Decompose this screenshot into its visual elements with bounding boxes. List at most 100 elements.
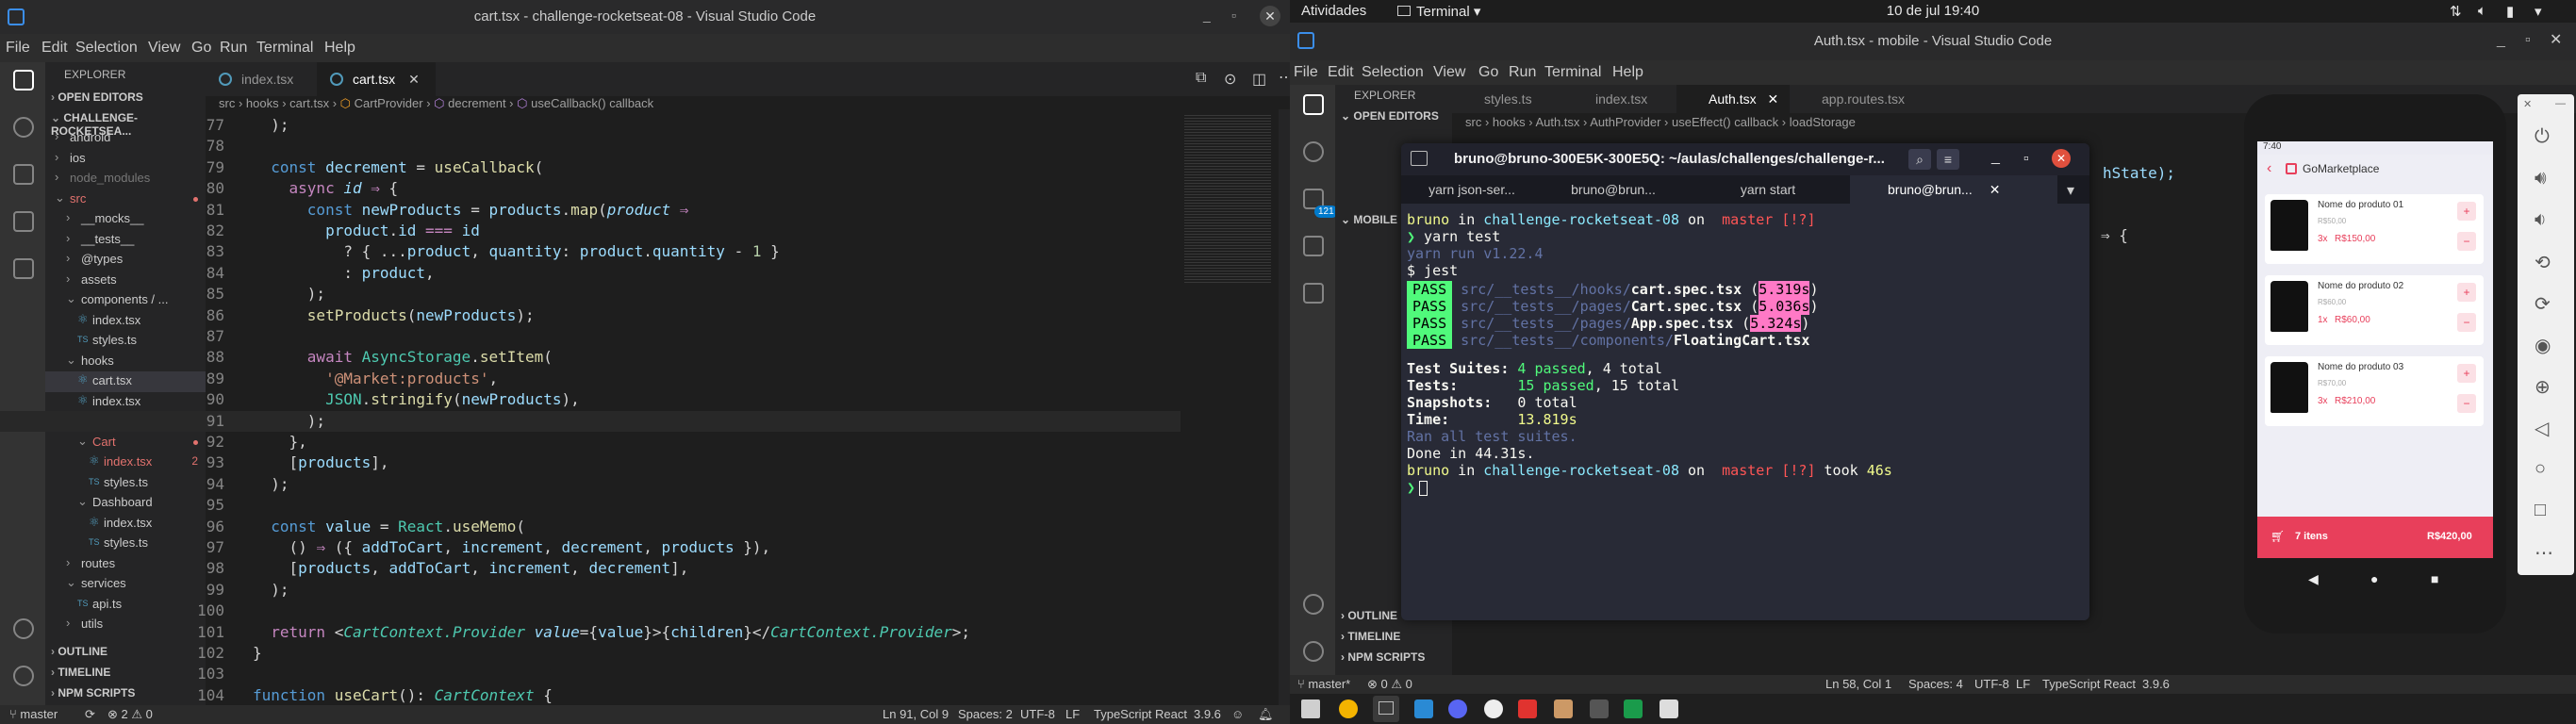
sync-icon[interactable]: ⟳ [85,707,95,722]
vscode-app-icon[interactable] [1414,699,1433,718]
new-tab-icon[interactable] [1411,151,1428,166]
menu-view[interactable]: View [1433,64,1465,81]
emulator-minimize-icon[interactable]: — [2555,98,2566,109]
terminal-app-icon-active[interactable] [1373,696,1399,722]
open-changes-icon[interactable]: ⊙ [1224,70,1236,89]
ts-version[interactable]: 3.9.6 [2142,677,2170,691]
decrement-button[interactable]: − [2457,232,2476,251]
screenshot-app-icon[interactable] [1660,699,1678,718]
breadcrumb-item[interactable]: decrement [448,96,505,110]
maximize-icon[interactable]: ▫ [1231,8,1236,23]
tab-index-tsx[interactable]: index.tsx [206,62,317,96]
eol[interactable]: LF [1065,707,1080,721]
breadcrumb-item[interactable]: CartProvider [355,96,423,110]
camera-icon[interactable]: ◉ [2535,334,2551,357]
chrome-app-icon[interactable] [1339,699,1358,718]
tab-index-tsx[interactable]: index.tsx [1563,85,1676,113]
sheets-app-icon[interactable] [1624,699,1643,718]
menu-go[interactable]: Go [1478,64,1498,81]
language-mode[interactable]: TypeScript React [2042,677,2136,691]
breadcrumb-item[interactable]: hooks [246,96,279,110]
breadcrumb-item[interactable]: src [219,96,235,110]
search-icon[interactable] [1303,141,1324,162]
menu-run[interactable]: Run [220,40,247,57]
increment-button[interactable]: + [2457,202,2476,221]
menu-help[interactable]: Help [324,40,355,57]
encoding[interactable]: UTF-8 [1020,707,1055,721]
nav-home-icon[interactable]: ● [2370,571,2378,586]
volume-up-icon[interactable]: 🔊︎ [2535,168,2547,189]
explorer-icon[interactable] [13,70,34,90]
minimize-icon[interactable]: _ [1203,8,1211,23]
settings-gear-icon[interactable] [1303,641,1324,662]
increment-button[interactable]: + [2457,364,2476,383]
tab-auth-tsx[interactable]: Auth.tsx ✕ [1676,85,1790,113]
run-debug-icon[interactable] [1303,236,1324,256]
overview-icon[interactable]: □ [2535,500,2546,521]
timeline-section[interactable]: › TIMELINE [1341,630,1400,643]
npm-scripts-section[interactable]: › NPM SCRIPTS [1341,650,1425,664]
menu-terminal[interactable]: Terminal [1544,64,1601,81]
tabs-dropdown-icon[interactable]: ▾ [2067,181,2074,200]
media-app-icon[interactable] [1518,699,1537,718]
discord-app-icon[interactable] [1448,699,1467,718]
tab-cart-tsx[interactable]: cart.tsx ✕ [317,62,436,96]
nav-back-icon[interactable]: ◀ [2308,571,2319,587]
indent-spaces[interactable]: Spaces: 4 [1908,677,1963,691]
split-editor-icon[interactable]: ◫ [1252,70,1266,89]
volume-down-icon[interactable]: 🔉︎ [2535,209,2547,231]
menu-go[interactable]: Go [191,40,211,57]
close-terminal-icon[interactable]: ✕ [2052,149,2071,168]
minimap[interactable] [1181,109,1275,336]
menu-help[interactable]: Help [1612,64,1643,81]
menu-file[interactable]: File [1294,64,1318,81]
open-editors-section[interactable]: › OPEN EDITORS [51,90,143,104]
extensions-icon[interactable] [1303,283,1324,304]
increment-button[interactable]: + [2457,283,2476,302]
files-app-icon[interactable] [1301,699,1320,718]
minimize-icon[interactable]: _ [1991,149,2000,166]
terminal-tab[interactable]: yarn json-ser... [1401,175,1543,204]
cursor-position[interactable]: Ln 58, Col 1 [1825,677,1891,691]
floating-cart[interactable]: 🛒︎ 7 itens R$420,00 [2257,517,2493,558]
terminal-output[interactable]: bruno in challenge-rocketseat-08 on mast… [1401,207,2089,613]
decrement-button[interactable]: − [2457,394,2476,413]
explorer-icon[interactable] [1303,94,1324,115]
menu-edit[interactable]: Edit [41,40,68,57]
terminal-tab[interactable]: yarn start [1697,175,1839,204]
power-icon[interactable]: ⏻ [2535,126,2550,148]
mobile-section[interactable]: ⌄ MOBILE [1341,213,1397,226]
terminal-tab-active[interactable]: bruno@brun... ✕ [1850,175,2057,204]
clock[interactable]: 10 de jul 19:40 [1290,3,2576,19]
terminal-search-icon[interactable]: ⌕ [1908,149,1931,170]
ts-version[interactable]: 3.9.6 [1194,707,1221,721]
rotate-left-icon[interactable]: ⟲ [2535,251,2551,274]
breadcrumb-item[interactable]: cart.tsx [289,96,329,110]
git-branch[interactable]: ⑂ master [9,707,58,721]
close-tab-icon[interactable]: ✕ [408,72,420,87]
menu-terminal[interactable]: Terminal [256,40,313,57]
tab-app-routes-tsx[interactable]: app.routes.tsx [1790,85,1931,113]
rotate-right-icon[interactable]: ⟳ [2535,292,2551,316]
problems-indicator[interactable]: ⊗ 0 ⚠ 0 [1367,677,1412,692]
menu-file[interactable]: File [6,40,30,57]
back-icon[interactable]: ◁ [2535,417,2549,440]
close-window-icon[interactable]: ✕ [1260,6,1280,26]
close-tab-icon[interactable]: ✕ [1990,182,2001,197]
notifications-icon[interactable]: 🔔︎ [1258,707,1274,722]
feedback-icon[interactable]: ☺ [1231,707,1244,721]
compare-icon[interactable]: ⧉ [1196,70,1206,87]
tab-styles-ts[interactable]: styles.ts [1452,85,1563,113]
system-menu-icon[interactable]: ▾ [2535,3,2542,20]
hamburger-menu-icon[interactable]: ≡ [1937,149,1959,170]
menu-selection[interactable]: Selection [75,40,138,57]
maximize-icon[interactable]: ▫ [2023,151,2029,168]
home-icon[interactable]: ○ [2535,458,2546,480]
breadcrumb-item[interactable]: useCallback() callback [531,96,653,110]
obs-app-icon[interactable] [1484,699,1503,718]
system-monitor-icon[interactable] [1590,699,1609,718]
menu-run[interactable]: Run [1509,64,1536,81]
account-icon[interactable] [1303,594,1324,615]
problems-indicator[interactable]: ⊗ 2 ⚠ 0 [107,707,153,722]
git-branch[interactable]: ⑂ master* [1297,677,1350,691]
